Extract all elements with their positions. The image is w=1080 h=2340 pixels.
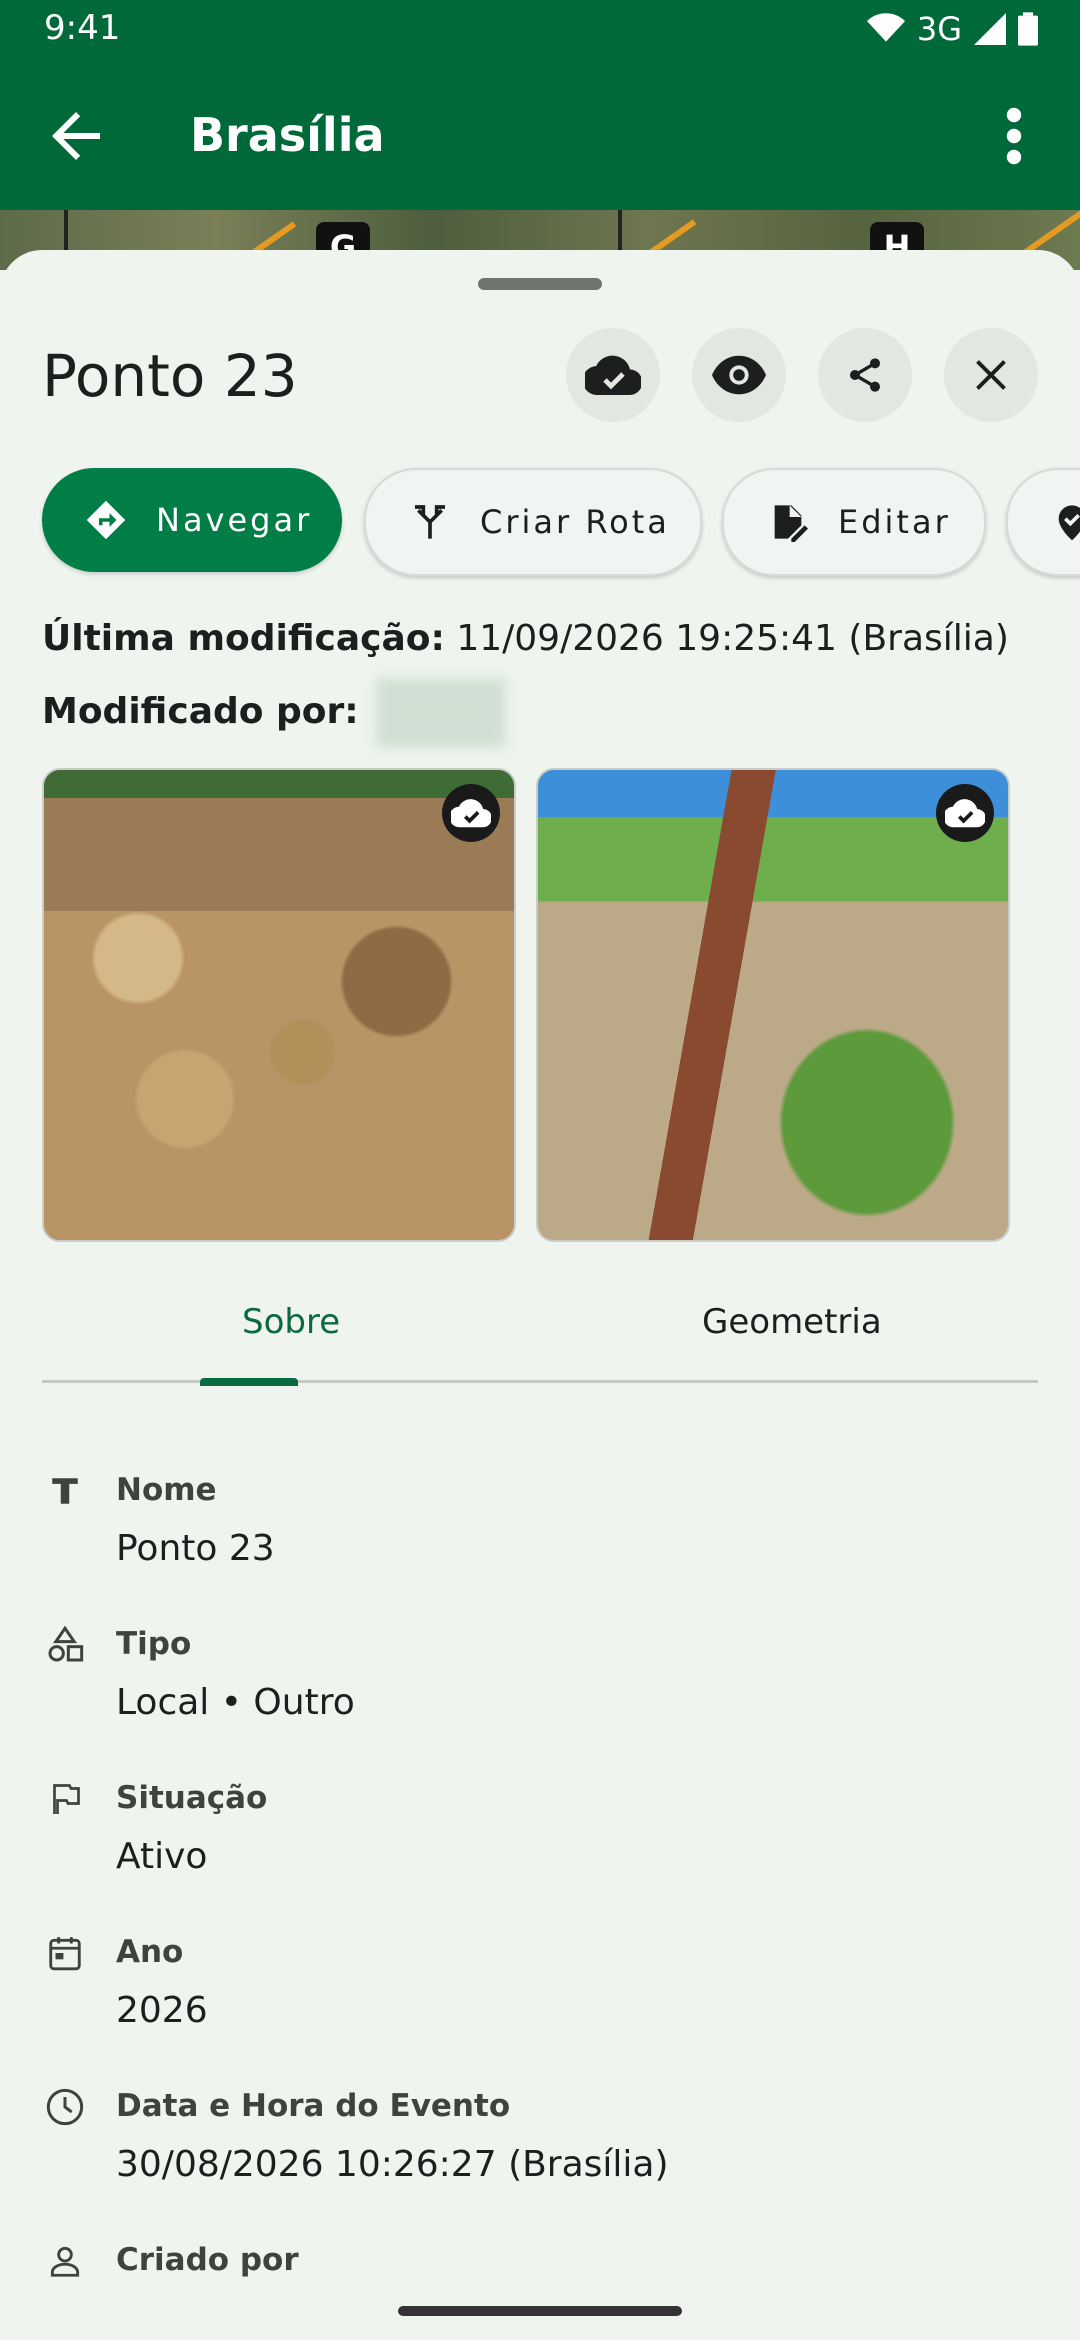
modified-by-row: Modificado por:: [42, 678, 507, 748]
cloud-done-icon: [585, 355, 641, 395]
location-check-icon: [1050, 500, 1080, 544]
photo-thumbnail[interactable]: [536, 768, 1010, 1242]
eye-icon: [712, 355, 766, 395]
field-value: 2026: [116, 1990, 208, 2031]
drag-handle[interactable]: [478, 278, 602, 290]
tab-geometry[interactable]: Geometria: [702, 1302, 882, 1342]
share-icon: [850, 358, 880, 392]
field-name: Nome Ponto 23: [42, 1468, 1038, 1588]
more-options-button[interactable]: [988, 100, 1040, 172]
field-status: Situação Ativo: [42, 1776, 1038, 1896]
sync-status-button[interactable]: [566, 328, 660, 422]
more-actions-chip[interactable]: [1006, 468, 1080, 576]
field-value: Local • Outro: [116, 1682, 355, 1723]
tab-bar: Sobre Geometria: [42, 1290, 1038, 1383]
field-label: Data e Hora do Evento: [116, 2088, 511, 2124]
field-event-datetime: Data e Hora do Evento 30/08/2026 10:26:2…: [42, 2084, 1038, 2204]
modified-by-label: Modificado por:: [42, 691, 359, 732]
share-button[interactable]: [818, 328, 912, 422]
gesture-nav-bar[interactable]: [398, 2306, 682, 2316]
arrow-back-icon: [52, 112, 100, 160]
field-value: Ativo: [116, 1836, 208, 1877]
edit-document-icon: [766, 500, 810, 544]
field-label: Nome: [116, 1472, 217, 1508]
create-route-label: Criar Rota: [480, 503, 670, 541]
tab-about[interactable]: Sobre: [242, 1302, 340, 1342]
edit-button[interactable]: Editar: [722, 468, 986, 576]
active-tab-indicator: [200, 1378, 298, 1386]
photo-thumbnail[interactable]: [42, 768, 516, 1242]
shapes-icon: [42, 1622, 88, 1668]
page-title: Brasília: [190, 108, 385, 162]
back-button[interactable]: [40, 100, 112, 172]
network-type: 3G: [916, 10, 962, 48]
visibility-button[interactable]: [692, 328, 786, 422]
field-year: Ano 2026: [42, 1930, 1038, 2050]
wifi-icon: [866, 13, 905, 42]
field-label: Ano: [116, 1934, 184, 1970]
status-time: 9:41: [44, 8, 121, 48]
point-title: Ponto 23: [42, 342, 298, 410]
photo-synced-badge: [936, 784, 994, 842]
field-label: Situação: [116, 1780, 268, 1816]
more-vert-icon: [1006, 107, 1022, 165]
field-value: Ponto 23: [116, 1528, 275, 1569]
edit-label: Editar: [838, 503, 951, 541]
text-icon: [42, 1468, 88, 1514]
field-type: Tipo Local • Outro: [42, 1622, 1038, 1742]
top-bar: 9:41 3G Brasília: [0, 0, 1080, 210]
app-bar: Brasília: [0, 62, 1080, 210]
field-label: Tipo: [116, 1626, 192, 1662]
signal-icon: [974, 13, 1006, 45]
flag-icon: [42, 1776, 88, 1822]
last-modified-label: Última modificação:: [42, 618, 445, 659]
cloud-done-icon: [451, 799, 491, 828]
battery-icon: [1018, 12, 1038, 46]
directions-icon: [84, 498, 128, 542]
clock-icon: [42, 2084, 88, 2130]
close-icon: [976, 360, 1006, 390]
navigate-label: Navegar: [156, 501, 313, 539]
field-value: 30/08/2026 10:26:27 (Brasília): [116, 2144, 669, 2185]
last-modified-row: Última modificação: 11/09/2026 19:25:41 …: [42, 618, 1009, 659]
redacted-user: [376, 678, 507, 748]
create-route-button[interactable]: Criar Rota: [364, 468, 702, 576]
action-chips: Navegar Criar Rota Editar: [42, 468, 1080, 576]
last-modified-value: 11/09/2026 19:25:41 (Brasília): [456, 618, 1009, 659]
field-label: Criado por: [116, 2242, 299, 2278]
status-bar: 9:41 3G: [0, 0, 1080, 62]
calendar-icon: [42, 1930, 88, 1976]
cloud-done-icon: [945, 799, 985, 828]
details-sheet: Ponto 23 Navegar Criar Rota Editar Últim…: [0, 250, 1080, 2340]
photo-synced-badge: [442, 784, 500, 842]
navigate-button[interactable]: Navegar: [42, 468, 342, 572]
close-button[interactable]: [944, 328, 1038, 422]
person-icon: [42, 2238, 88, 2284]
fork-route-icon: [408, 500, 452, 544]
status-icons: 3G: [866, 10, 1038, 48]
